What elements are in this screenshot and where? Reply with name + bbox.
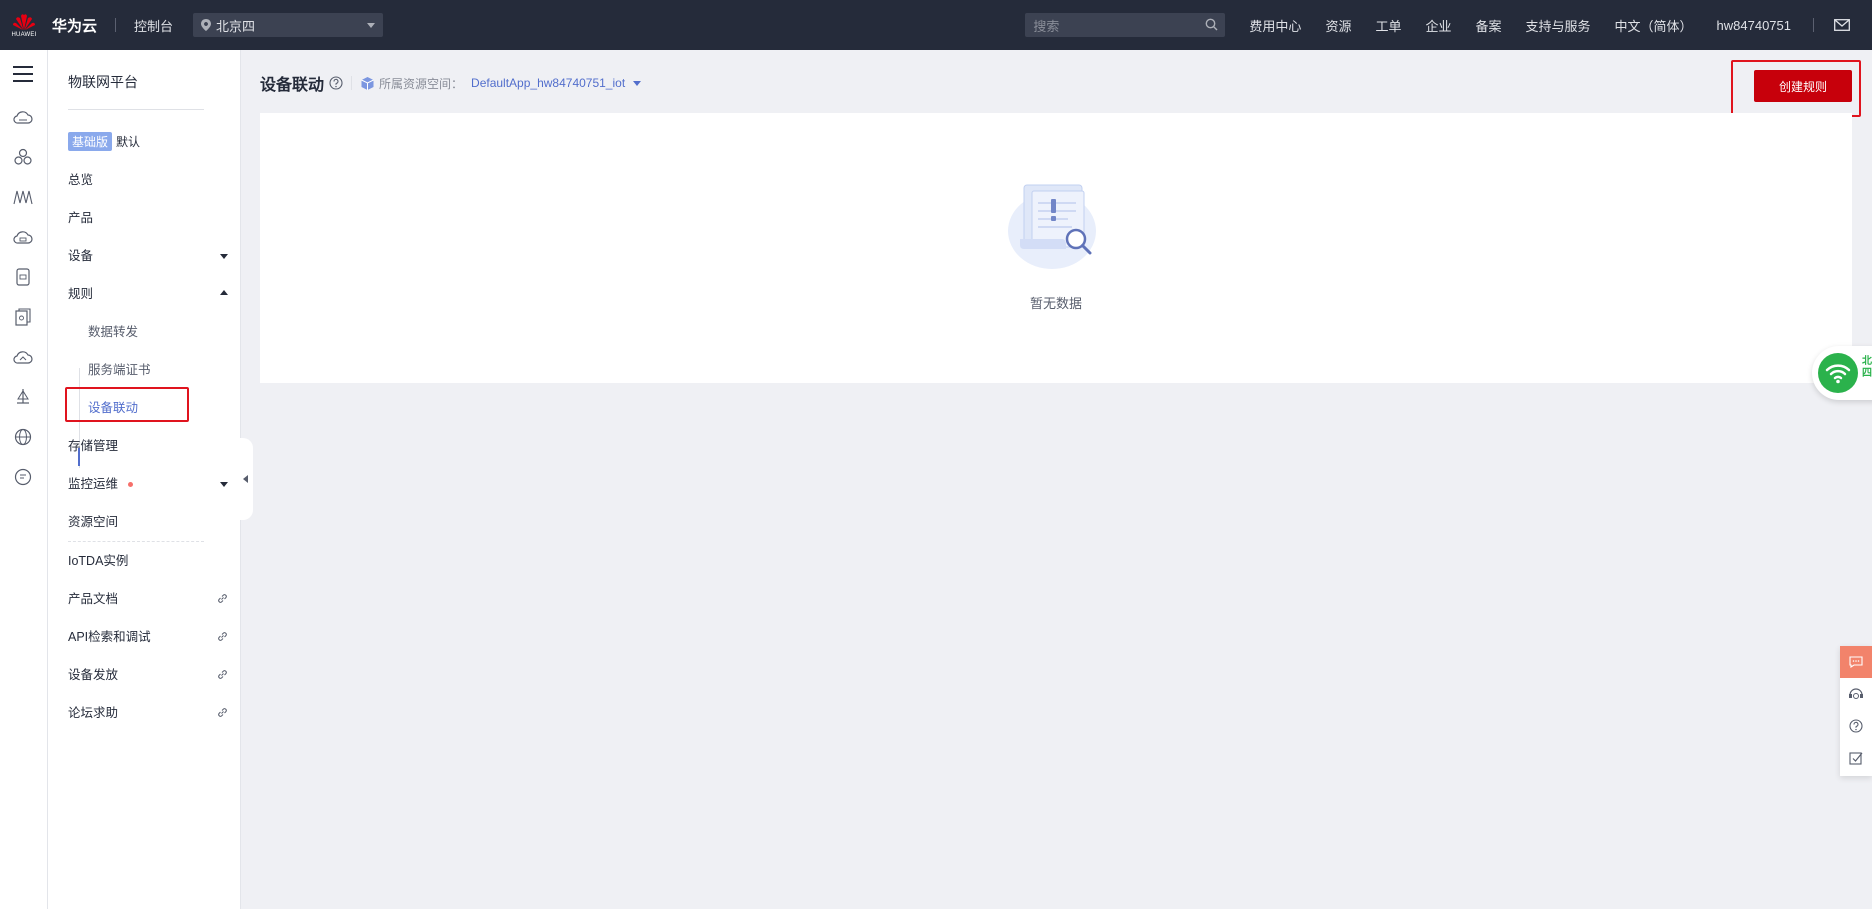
divider <box>351 76 353 90</box>
chevron-down-icon <box>220 254 228 259</box>
page-header: 设备联动 所属资源空间： DefaultApp_hw84740751_iot <box>260 72 642 94</box>
divider <box>68 541 204 542</box>
customer-service-icon[interactable] <box>1840 678 1872 710</box>
sidebar-item-label: 设备 <box>68 249 94 263</box>
sidebar-item-server-cert[interactable]: 服务端证书 <box>88 360 248 380</box>
chevron-left-icon <box>243 475 248 483</box>
cloud-upload-icon[interactable] <box>12 346 34 368</box>
sidebar-item-iotda-instance[interactable]: IoTDA实例 <box>68 551 228 571</box>
nav-resources[interactable]: 资源 <box>1325 16 1351 35</box>
nav-tickets[interactable]: 工单 <box>1375 16 1401 35</box>
sidebar-item-data-forwarding[interactable]: 数据转发 <box>88 322 248 342</box>
sidebar-item-label: 规则 <box>68 287 94 301</box>
external-link-icon <box>218 670 227 679</box>
notification-dot <box>128 482 134 488</box>
network-widget-line-2: 四 <box>1862 368 1872 379</box>
location-icon <box>201 19 212 31</box>
sidebar-item-product-docs[interactable]: 产品文档 <box>68 589 228 609</box>
checklist-icon[interactable] <box>1840 742 1872 774</box>
cube-icon <box>361 76 374 90</box>
nav-filing[interactable]: 备案 <box>1475 16 1501 35</box>
logo-text: HUAWEI <box>11 31 37 38</box>
resource-space-label: 所属资源空间： <box>379 76 464 91</box>
divider <box>68 109 204 110</box>
service-rail <box>0 50 48 909</box>
sidebar-item-label: 监控运维 <box>68 477 119 491</box>
sidebar-item-storage[interactable]: 存储管理 <box>68 436 228 456</box>
feedback-icon[interactable] <box>1840 646 1872 678</box>
floating-toolbox <box>1840 646 1872 776</box>
sidebar-item-device[interactable]: 设备 <box>68 246 228 266</box>
language-switch[interactable]: 中文（简体） <box>1615 16 1693 35</box>
sidebar-item-label: 论坛求助 <box>68 706 119 720</box>
help-icon[interactable] <box>1840 710 1872 742</box>
sidebar-item-device-provisioning[interactable]: 设备发放 <box>68 665 228 685</box>
device-icon[interactable] <box>12 266 34 288</box>
external-link-icon <box>218 708 227 717</box>
empty-state-text: 暂无数据 <box>1029 296 1082 311</box>
mail-icon[interactable] <box>1834 19 1850 31</box>
top-navbar: HUAWEI 华为云 控制台 北京四 搜索 费用中心 资源 工单 企业 备案 支… <box>0 0 1872 50</box>
divider <box>115 18 117 32</box>
cluster-icon[interactable] <box>12 146 34 168</box>
search-placeholder: 搜索 <box>1033 18 1060 34</box>
huawei-logo[interactable]: HUAWEI <box>0 0 48 50</box>
brand-name[interactable]: 华为云 <box>52 15 97 36</box>
sidebar-item-label: API检索和调试 <box>68 630 151 644</box>
empty-data-illustration <box>1008 184 1096 269</box>
region-label: 北京四 <box>216 18 256 34</box>
search-icon[interactable] <box>1205 18 1218 31</box>
highlight-box <box>1731 60 1861 117</box>
username[interactable]: hw84740751 <box>1717 18 1791 33</box>
menu-icon[interactable] <box>13 66 33 87</box>
external-link-icon <box>218 594 227 603</box>
chevron-up-icon <box>220 290 228 295</box>
sidebar-item-overview[interactable]: 总览 <box>68 170 228 190</box>
edition-default-label: 默认 <box>116 135 141 149</box>
sidebar-item-monitoring[interactable]: 监控运维 <box>68 474 228 494</box>
sidebar-collapse-toggle[interactable] <box>240 438 253 520</box>
chevron-down-icon <box>220 482 228 487</box>
content-card: 暂无数据 <box>260 113 1852 383</box>
network-widget[interactable]: 北四 <box>1812 346 1872 400</box>
sidebar-item-api-explorer[interactable]: API检索和调试 <box>68 627 228 647</box>
chart-icon[interactable] <box>12 186 34 208</box>
sidebar-item-product[interactable]: 产品 <box>68 208 228 228</box>
wifi-icon <box>1818 353 1858 393</box>
sidebar-item-label: 产品文档 <box>68 592 119 606</box>
region-select[interactable]: 北京四 <box>193 13 384 37</box>
network-widget-line-1: 北 <box>1862 356 1872 367</box>
cloud-icon[interactable] <box>12 106 34 128</box>
sidebar-title: 物联网平台 <box>68 74 138 90</box>
nav-support[interactable]: 支持与服务 <box>1526 16 1591 35</box>
highlight-box <box>65 387 189 422</box>
chevron-down-icon <box>367 23 376 28</box>
globe-icon[interactable] <box>12 426 34 448</box>
huawei-logo-icon <box>13 13 35 30</box>
network-widget-label: 北四 <box>1862 356 1872 380</box>
edition-badge-row: 基础版 默认 <box>68 132 140 151</box>
edition-badge: 基础版 <box>68 132 113 151</box>
chat-icon[interactable] <box>12 466 34 488</box>
cloud-db-icon[interactable] <box>12 226 34 248</box>
sidebar-item-forum[interactable]: 论坛求助 <box>68 703 228 723</box>
chevron-down-icon[interactable] <box>633 80 642 86</box>
nav-billing[interactable]: 费用中心 <box>1249 16 1301 35</box>
divider <box>1813 18 1814 32</box>
nav-enterprise[interactable]: 企业 <box>1425 16 1451 35</box>
scale-icon[interactable] <box>12 386 34 408</box>
external-link-icon <box>218 632 227 641</box>
doc-icon[interactable] <box>12 306 34 328</box>
sidebar-menu: 物联网平台 基础版 默认 总览 产品 设备 规则 数据转发 服务端证书 设备联动… <box>48 50 241 909</box>
help-icon[interactable] <box>329 76 343 90</box>
sidebar-item-label: 设备发放 <box>68 668 119 682</box>
page-title: 设备联动 <box>260 77 325 94</box>
sidebar-item-rules[interactable]: 规则 <box>68 284 228 304</box>
resource-space-select[interactable]: DefaultApp_hw84740751_iot <box>471 76 625 90</box>
console-link[interactable]: 控制台 <box>134 16 173 35</box>
search-input[interactable]: 搜索 <box>1025 13 1226 37</box>
sidebar-item-resource-space[interactable]: 资源空间 <box>68 512 228 532</box>
